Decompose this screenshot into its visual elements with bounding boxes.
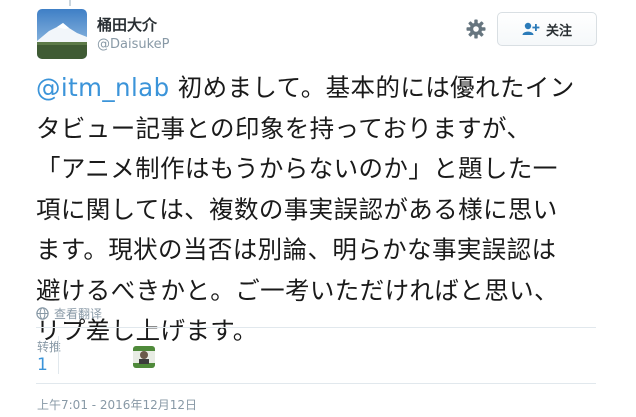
thread-connector-line <box>69 0 71 6</box>
gear-icon[interactable] <box>465 18 487 40</box>
add-user-icon <box>522 22 540 35</box>
user-avatar[interactable] <box>37 9 87 59</box>
follow-button[interactable]: 关注 <box>497 12 597 46</box>
mountain-landscape-avatar-icon <box>37 9 87 59</box>
follow-button-label: 关注 <box>545 23 572 39</box>
tweet-line-1-text: 初めまして。基本的には優れたイン <box>169 73 575 102</box>
stats-bottom-divider <box>36 383 596 384</box>
translate-link[interactable]: 查看翻译 <box>36 305 102 322</box>
tweet-line-5: ます。現状の当否は別論、明らかな事実誤認は <box>36 235 557 264</box>
user-handle[interactable]: @DaisukeP <box>97 37 170 52</box>
tweet-line-7: リプ差し上げます。 <box>36 316 258 345</box>
stats-separator <box>58 336 59 374</box>
mention-link[interactable]: @itm_nlab <box>36 73 170 102</box>
tweet-line-6: 避けるべきかと。ご一考いただければと思い、 <box>36 275 559 305</box>
display-name[interactable]: 桶田大介 <box>97 14 157 35</box>
stats-top-divider <box>36 327 596 328</box>
tweet-timestamp[interactable]: 上午7:01 - 2016年12月12日 <box>37 396 197 413</box>
translate-label: 查看翻译 <box>54 307 103 321</box>
tweet-line-4: 項に関しては、複数の事実誤認がある様に思い <box>36 194 558 224</box>
retweeter-avatar[interactable] <box>133 346 155 368</box>
retweeter-avatar-icon <box>133 346 155 368</box>
tweet-line-1: @itm_nlab 初めまして。基本的には優れたイン <box>36 68 631 109</box>
tweet-line-3: 「アニメ制作はもうからないのか」と題した一 <box>36 154 558 183</box>
tweet-line-2: タビュー記事との印象を持っておりますが、 <box>36 113 532 143</box>
tweet-text: @itm_nlab 初めまして。基本的には優れたイン タビュー記事との印象を持っ… <box>36 68 631 352</box>
globe-icon <box>36 307 49 320</box>
retweets-count[interactable]: 1 <box>37 355 48 375</box>
